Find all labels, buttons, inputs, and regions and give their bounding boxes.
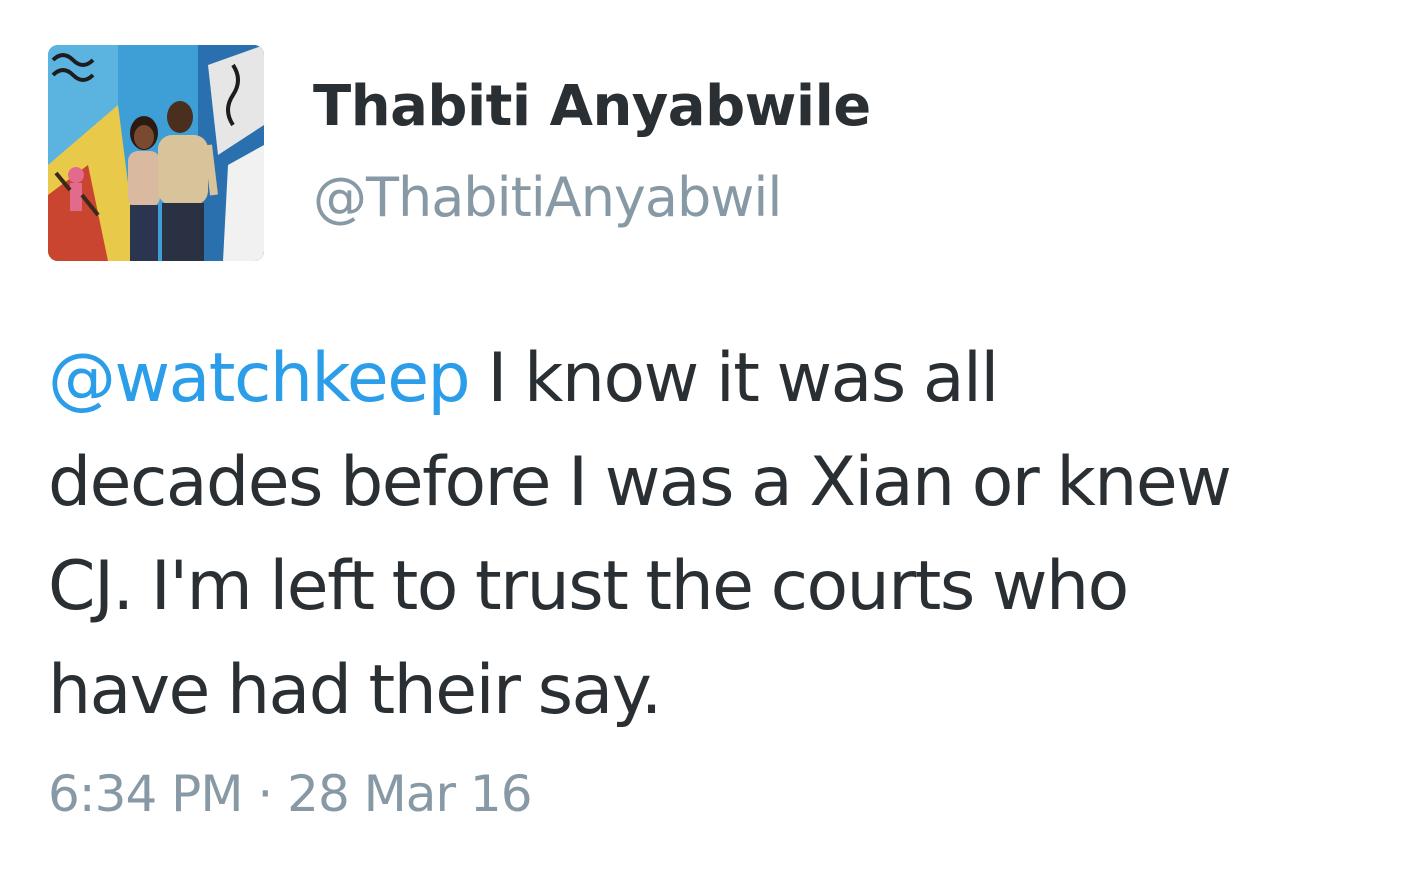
tweet-line-2: decades before I was a Xian or knew (48, 443, 1232, 522)
tweet-body: @watchkeep I know it was all decades bef… (48, 327, 1388, 743)
avatar-photo (48, 45, 264, 261)
author-avatar[interactable] (48, 45, 264, 261)
tweet-line-1: @watchkeep I know it was all (48, 327, 1388, 431)
mention-link[interactable]: @watchkeep (48, 339, 471, 418)
tweet-line-4: have had their say. (48, 651, 662, 730)
tweet-card: Thabiti Anyabwile @ThabitiAnyabwil @watc… (0, 0, 1417, 879)
tweet-line-1-text: I know it was all (469, 339, 999, 418)
author-handle[interactable]: @ThabitiAnyabwil (313, 166, 782, 229)
tweet-line-3: CJ. I'm left to trust the courts who (48, 547, 1129, 626)
tweet-timestamp[interactable]: 6:34 PM · 28 Mar 16 (48, 765, 533, 823)
author-display-name[interactable]: Thabiti Anyabwile (313, 74, 871, 139)
